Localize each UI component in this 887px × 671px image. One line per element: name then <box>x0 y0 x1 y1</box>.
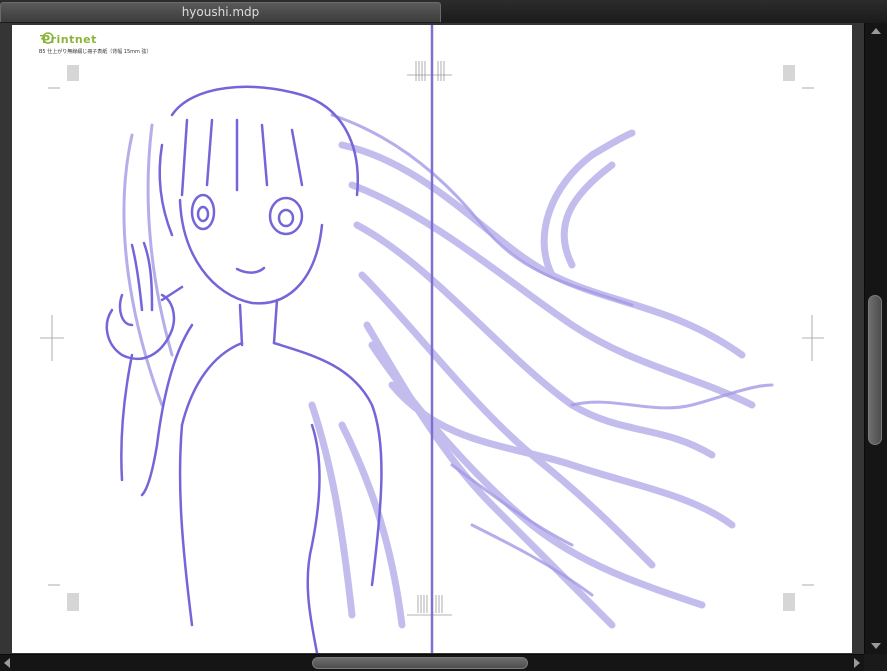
scroll-down-arrow-icon[interactable] <box>871 643 881 649</box>
document-tab-title: hyoushi.mdp <box>181 5 260 19</box>
barcode-top-center <box>415 61 445 81</box>
scroll-up-arrow-icon[interactable] <box>871 28 881 34</box>
drawing-canvas[interactable]: Printnet B5 仕上がり無線綴じ冊子表紙（背幅 15mm 弦） <box>12 25 852 653</box>
document-tab-bar: hyoushi.mdp <box>0 0 887 24</box>
scroll-left-arrow-icon[interactable] <box>4 658 10 668</box>
barcode-top-left <box>67 65 79 81</box>
vertical-scroll-thumb[interactable] <box>868 294 882 445</box>
barcode-bottom-right <box>783 593 795 611</box>
barcode-bottom-center <box>417 595 443 613</box>
barcode-top-right <box>783 65 795 81</box>
hair-strands <box>308 129 756 629</box>
vertical-scrollbar[interactable] <box>864 23 887 654</box>
printnet-logo-icon <box>40 32 54 44</box>
horizontal-scrollbar[interactable] <box>0 654 864 671</box>
canvas-artwork <box>40 25 824 653</box>
scrollbar-corner <box>864 654 887 671</box>
scroll-right-arrow-icon[interactable] <box>854 658 860 668</box>
template-label: B5 仕上がり無線綴じ冊子表紙（背幅 15mm 弦） <box>39 49 152 55</box>
barcode-bottom-left <box>67 593 79 611</box>
canvas-viewport[interactable]: Printnet B5 仕上がり無線綴じ冊子表紙（背幅 15mm 弦） <box>0 23 864 654</box>
document-tab[interactable]: hyoushi.mdp <box>0 2 441 22</box>
horizontal-scroll-thumb[interactable] <box>311 657 528 669</box>
printnet-logo: Printnet <box>40 32 97 46</box>
